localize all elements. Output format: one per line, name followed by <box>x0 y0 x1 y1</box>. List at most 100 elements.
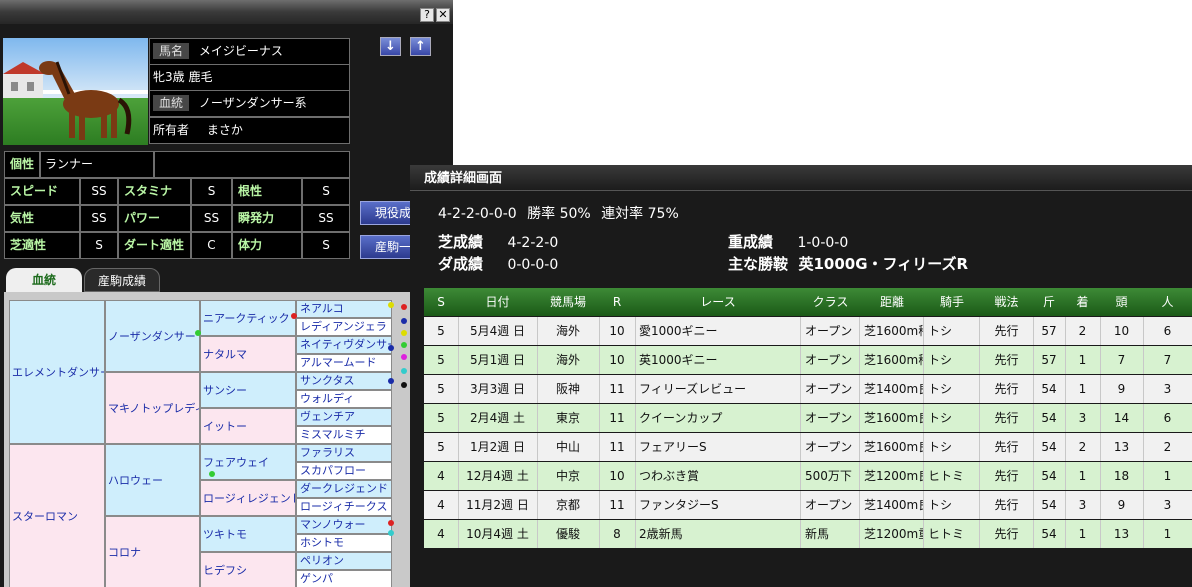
cell-distance: 芝1200m良 <box>860 462 924 490</box>
pedigree-sire-dam[interactable]: エレメントダンサー <box>9 300 105 444</box>
main-wins-value: 英1000G・フィリーズR <box>798 255 969 273</box>
next-horse-button[interactable]: ↓ <box>380 37 401 56</box>
pedigree-great-grandparent[interactable]: ツキトモ <box>200 516 296 552</box>
cell-season: 4 <box>424 520 459 548</box>
cell-season: 5 <box>424 346 459 374</box>
cell-popularity: 3 <box>1143 375 1192 403</box>
cell-distance: 芝1200m重 <box>860 520 924 548</box>
pedigree-great-grandparent[interactable]: サンシー <box>200 372 296 408</box>
cell-date: 3月3週 日 <box>458 375 538 403</box>
cell-season: 5 <box>424 375 459 403</box>
cell-jockey: ヒトミ <box>924 520 980 548</box>
horse-window: ? ✕ 馬名 メイジビーナス 牝3歳 鹿毛 血統 ノーザンダンサー系 所有者 ま… <box>0 0 453 587</box>
personality-label-cell: 個性 <box>4 151 40 178</box>
close-button[interactable]: ✕ <box>436 8 450 22</box>
pedigree-ancestor[interactable]: ファラリス <box>296 444 392 462</box>
cell-weight: 54 <box>1033 433 1066 461</box>
tab-pedigree[interactable]: 血統 <box>6 268 82 292</box>
cell-date: 10月4週 土 <box>458 520 538 548</box>
pedigree-ancestor[interactable]: ネイティヴダンサー <box>296 336 392 354</box>
cell-distance: 芝1600m良 <box>860 404 924 432</box>
stat-value: S <box>302 232 350 259</box>
cell-finish: 1 <box>1065 346 1101 374</box>
pedigree-ancestor[interactable]: ウォルディ <box>296 390 392 408</box>
cell-popularity: 6 <box>1143 404 1192 432</box>
pedigree-ancestor[interactable]: スカパフロー <box>296 462 392 480</box>
pedigree-ancestor[interactable]: ペリオン <box>296 552 392 570</box>
column-header-race-name[interactable]: レース <box>635 288 802 316</box>
column-header-tactic[interactable]: 戦法 <box>980 288 1034 316</box>
pedigree-great-grandparent[interactable]: ナタルマ <box>200 336 296 372</box>
cell-finish: 2 <box>1065 433 1101 461</box>
name-tag: 馬名 <box>153 43 190 59</box>
column-header-distance[interactable]: 距離 <box>860 288 925 316</box>
pedigree-ancestor[interactable]: ゲンパ <box>296 570 392 587</box>
stat-value: SS <box>80 178 118 205</box>
cell-finish: 2 <box>1065 317 1101 345</box>
cell-race-name: 英1000ギニー <box>635 346 801 374</box>
column-header-weight[interactable]: 斤 <box>1033 288 1066 316</box>
cell-date: 12月4週 土 <box>458 462 538 490</box>
column-header-date[interactable]: 日付 <box>458 288 538 316</box>
table-row[interactable]: 5 1月2週 日中山 11 フェアリーS オープン 芝1600m良 トシ 先行 54 2 13 2 <box>424 433 1192 461</box>
pedigree-great-grandparent[interactable]: ロージィレジェンド <box>200 480 296 516</box>
cell-tactic: 先行 <box>980 520 1034 548</box>
cell-date: 2月4週 土 <box>458 404 538 432</box>
column-header-jockey[interactable]: 騎手 <box>924 288 981 316</box>
cell-finish: 1 <box>1065 375 1101 403</box>
cell-jockey: ヒトミ <box>924 462 980 490</box>
pedigree-grandparent[interactable]: ハロウェー <box>105 444 200 516</box>
stat-label: スタミナ <box>124 184 173 198</box>
heavy-label: 重成績 <box>728 233 774 251</box>
table-row[interactable]: 5 5月1週 日海外 10 英1000ギニー オープン 芝1600m稍 トシ 先行 57 1 7 7 <box>424 346 1192 374</box>
cell-distance: 芝1600m稍 <box>860 317 924 345</box>
results-window: 成績詳細画面 4-2-2-0-0-0 勝率 50% 連対率 75% 芝成績 4-… <box>410 165 1192 587</box>
column-header-popularity[interactable]: 人 <box>1143 288 1192 316</box>
column-header-season[interactable]: S <box>424 288 459 316</box>
pedigree-ancestor[interactable]: アルマームード <box>296 354 392 372</box>
table-row[interactable]: 5 5月4週 日海外 10 愛1000ギニー オープン 芝1600m稍 トシ 先行 57 2 10 6 <box>424 317 1192 345</box>
cell-track: 海外 <box>537 317 600 345</box>
pedigree-ancestor[interactable]: ネアルコ <box>296 300 392 318</box>
pedigree-ancestor[interactable]: サンクタス <box>296 372 392 390</box>
pedigree-ancestor[interactable]: ヴェンチア <box>296 408 392 426</box>
column-header-runners[interactable]: 頭 <box>1100 288 1144 316</box>
pedigree-ancestor[interactable]: マンノウォー <box>296 516 392 534</box>
table-row[interactable]: 5 3月3週 日阪神 11 フィリーズレビュー オープン 芝1400m良 トシ 先行 54 1 9 3 <box>424 375 1192 403</box>
pedigree-ancestor[interactable]: ホシトモ <box>296 534 392 552</box>
column-header-track[interactable]: 競馬場 <box>537 288 600 316</box>
cell-tactic: 先行 <box>980 404 1034 432</box>
sex-age-color: 牝3歳 鹿毛 <box>153 70 213 84</box>
pedigree-sire-dam[interactable]: スターロマン <box>9 444 105 587</box>
dirt-value: 0-0-0-0 <box>507 257 559 273</box>
pedigree-ancestor[interactable]: レディアンジェラ <box>296 318 392 336</box>
pedigree-ancestor[interactable]: ダークレジェンド <box>296 480 392 498</box>
pedigree-grandparent[interactable]: ノーザンダンサー <box>105 300 200 372</box>
turf-value: 4-2-2-0 <box>507 235 559 251</box>
table-row[interactable]: 4 10月4週 土優駿 8 2歳新馬 新馬 芝1200m重 ヒトミ 先行 54 1 13 1 <box>424 520 1192 548</box>
pedigree-great-grandparent[interactable]: ニアークティック <box>200 300 296 336</box>
column-header-class[interactable]: クラス <box>801 288 861 316</box>
stat-label: スピード <box>10 184 59 198</box>
stat-label-cell: 体力 <box>232 232 302 259</box>
prev-horse-button[interactable]: ↑ <box>410 37 431 56</box>
pedigree-great-grandparent[interactable]: イットー <box>200 408 296 444</box>
table-row[interactable]: 4 11月2週 日京都 11 ファンタジーS オープン 芝1400m良 トシ 先行 54 3 9 3 <box>424 491 1192 519</box>
column-header-race-no[interactable]: R <box>599 288 636 316</box>
cell-race-no: 11 <box>599 404 636 432</box>
tab-offspring-results[interactable]: 産駒成績 <box>84 268 160 292</box>
pedigree-ancestor[interactable]: ミスマルミチ <box>296 426 392 444</box>
pedigree-grandparent[interactable]: マキノトップレディ <box>105 372 200 444</box>
column-header-finish[interactable]: 着 <box>1065 288 1101 316</box>
pedigree-ancestor[interactable]: ロージィチークス <box>296 498 392 516</box>
pedigree-great-grandparent[interactable]: ヒデフシ <box>200 552 296 587</box>
pedigree-marker-dot <box>401 342 407 348</box>
help-button[interactable]: ? <box>420 8 434 22</box>
pedigree-grandparent[interactable]: コロナ <box>105 516 200 587</box>
pedigree-marker-dot <box>388 302 394 308</box>
stat-label-cell: 瞬発力 <box>232 205 302 232</box>
cell-season: 5 <box>424 404 459 432</box>
cell-jockey: トシ <box>924 375 980 403</box>
table-row[interactable]: 5 2月4週 土東京 11 クイーンカップ オープン 芝1600m良 トシ 先行 54 3 14 6 <box>424 404 1192 432</box>
table-row[interactable]: 4 12月4週 土中京 10 つわぶき賞 500万下 芝1200m良 ヒトミ 先行 54 1 18 1 <box>424 462 1192 490</box>
